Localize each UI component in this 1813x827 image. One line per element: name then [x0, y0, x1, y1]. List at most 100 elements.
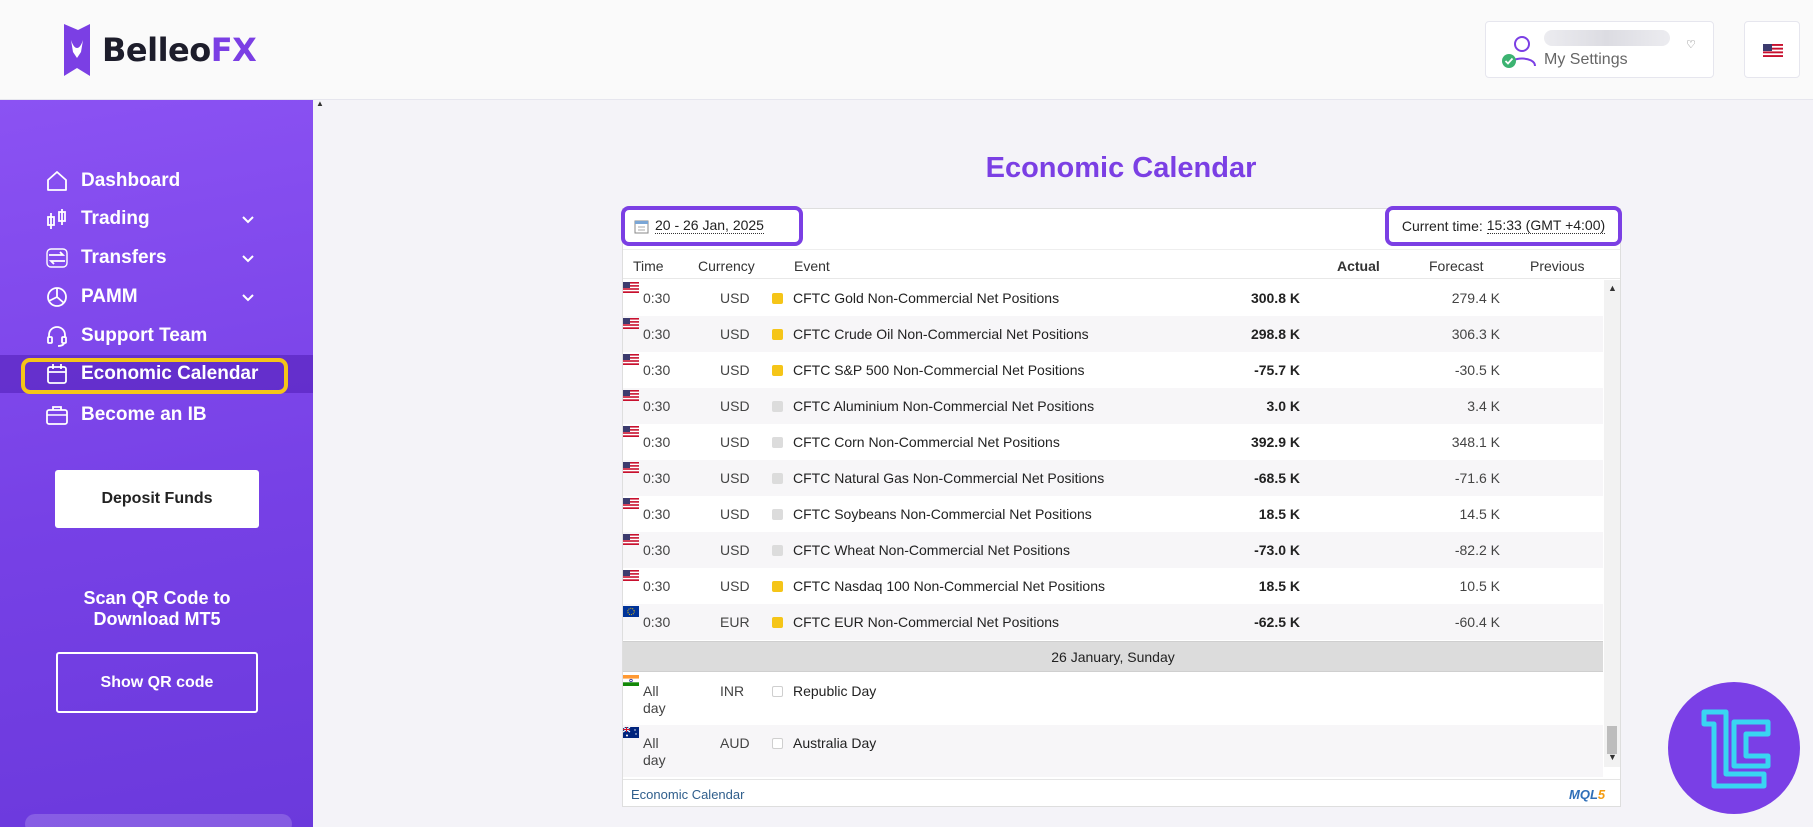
col-forecast[interactable]: Forecast: [1429, 258, 1483, 274]
importance-marker: [772, 401, 783, 412]
deposit-funds-button[interactable]: Deposit Funds: [55, 470, 259, 528]
candlestick-icon: [47, 209, 66, 229]
table-row[interactable]: 0:30 USD CFTC Soybeans Non-Commercial Net …: [623, 496, 1603, 532]
col-actual[interactable]: Actual: [1337, 258, 1380, 274]
chevron-down-icon: [242, 294, 254, 302]
table-row[interactable]: 0:30 USD CFTC Corn Non-Commercial Net Posi…: [623, 424, 1603, 460]
us-flag-icon: [623, 570, 639, 581]
scan-qr-text: Scan QR Code to Download MT5: [83, 588, 231, 629]
event-currency: EUR: [720, 614, 750, 630]
current-time[interactable]: Current time: 15:33 (GMT +4:00): [1385, 206, 1622, 246]
us-flag-icon: [623, 282, 639, 293]
logo[interactable]: BelleoFX: [62, 22, 257, 78]
sidebar-item-trading[interactable]: Trading: [0, 200, 313, 238]
scroll-up-icon[interactable]: ▲: [1608, 283, 1617, 293]
event-name: CFTC Crude Oil Non-Commercial Net Positi…: [793, 326, 1089, 342]
corner-logo-badge: [1668, 682, 1800, 814]
table-row[interactable]: All day AUD Australia Day: [622, 725, 1603, 777]
language-selector[interactable]: [1744, 21, 1800, 78]
table-row[interactable]: 0:30 USD CFTC Nasdaq 100 Non-Commercial Ne…: [623, 568, 1603, 604]
event-time: 0:30: [643, 542, 671, 558]
my-settings-dropdown[interactable]: My Settings ♡: [1485, 21, 1714, 78]
event-time: 0:30: [643, 362, 671, 378]
event-name: Republic Day: [793, 683, 877, 699]
event-name: Australia Day: [793, 735, 877, 751]
table-row[interactable]: 0:30 USD CFTC S&P 500 Non-Commercial Net P…: [623, 352, 1603, 388]
top-header: BelleoFX My Settings ♡: [0, 0, 1813, 100]
event-currency: USD: [720, 326, 750, 342]
mql5-logo[interactable]: MQL5: [1569, 787, 1605, 802]
sidebar-item-pamm[interactable]: PAMM: [0, 278, 313, 316]
table-row[interactable]: 0:30 USD CFTC Wheat Non-Commercial Net Pos…: [623, 532, 1603, 568]
sidebar-item-economic-calendar[interactable]: Economic Calendar: [0, 355, 313, 394]
col-previous[interactable]: Previous: [1530, 258, 1584, 274]
event-currency: USD: [720, 470, 750, 486]
sidebar-item-support-team[interactable]: Support Team: [0, 317, 313, 355]
us-flag-icon: [1763, 44, 1783, 57]
table-row[interactable]: 0:30 USD CFTC Natural Gas Non-Commercial N…: [623, 460, 1603, 496]
importance-marker: [772, 738, 783, 749]
event-time: 0:30: [643, 434, 671, 450]
table-row[interactable]: All day INR Republic Day: [623, 673, 1603, 725]
event-currency: USD: [720, 506, 750, 522]
col-event[interactable]: Event: [794, 258, 830, 274]
briefcase-icon: [46, 406, 68, 425]
logo-text: BelleoFX: [102, 31, 257, 69]
user-verified-icon: [1502, 36, 1536, 68]
importance-marker: [772, 545, 783, 556]
widget-toolbar: 20 - 26 Jan, 2025 Current time: 15:33 (G…: [621, 206, 1622, 249]
day-separator: 26 January, Sunday: [623, 641, 1603, 672]
date-range-text: 20 - 26 Jan, 2025: [655, 217, 764, 234]
table-row[interactable]: 0:30 USD CFTC Gold Non-Commercial Net Posi…: [623, 280, 1603, 316]
event-currency: USD: [720, 362, 750, 378]
scroll-down-icon[interactable]: ▼: [1608, 752, 1617, 762]
event-actual: 392.9 K: [1250, 434, 1300, 450]
event-previous: 348.1 K: [1451, 434, 1500, 450]
importance-marker: [772, 437, 783, 448]
tc-logo-icon: [1701, 709, 1771, 789]
sidebar-item-dashboard[interactable]: Dashboard: [0, 162, 313, 200]
page-title: Economic Calendar: [985, 152, 1257, 184]
col-currency[interactable]: Currency: [698, 258, 755, 274]
scrollbar-thumb[interactable]: [1607, 726, 1617, 754]
us-flag-icon: [623, 462, 639, 473]
sidebar-item-label: PAMM: [81, 286, 138, 307]
date-range-picker[interactable]: 20 - 26 Jan, 2025: [621, 206, 803, 246]
blurred-username: [1544, 30, 1670, 46]
sidebar-item-label: Economic Calendar: [81, 363, 259, 384]
event-currency: USD: [720, 290, 750, 306]
event-time: 0:30: [643, 614, 671, 630]
event-previous: 3.4 K: [1467, 398, 1500, 414]
table-row[interactable]: 0:30 USD CFTC Aluminium Non-Commercial Net…: [623, 388, 1603, 424]
show-qr-code-button[interactable]: Show QR code: [56, 652, 258, 713]
footer-calendar-link[interactable]: Economic Calendar: [631, 787, 744, 802]
event-actual: -68.5 K: [1254, 470, 1300, 486]
current-time-label: Current time:: [1401, 218, 1483, 234]
bull-logo-icon: [64, 24, 90, 76]
event-time: 0:30: [643, 290, 671, 306]
event-name: CFTC Natural Gas Non-Commercial Net Posi…: [793, 470, 1105, 486]
col-time[interactable]: Time: [633, 258, 664, 274]
sidebar-item-transfers[interactable]: Transfers: [0, 239, 313, 277]
event-currency: INR: [720, 683, 745, 699]
event-actual: -62.5 K: [1254, 614, 1300, 630]
table-row[interactable]: 0:30 USD CFTC Crude Oil Non-Commercial Net…: [623, 316, 1603, 352]
event-actual: 3.0 K: [1266, 398, 1300, 414]
scroll-up-icon[interactable]: ▲: [316, 99, 324, 108]
economic-calendar-widget: 20 - 26 Jan, 2025 Current time: 15:33 (G…: [621, 206, 1622, 807]
us-flag-icon: [623, 390, 639, 401]
table-scrollbar[interactable]: ▲ ▼: [1604, 280, 1620, 767]
in-flag-icon: [623, 675, 639, 686]
chevron-down-icon: ♡: [1686, 39, 1696, 51]
calendar-small-icon: [634, 220, 649, 233]
table-row[interactable]: 0:30 EUR CFTC EUR Non-Commercial Net Posit…: [623, 604, 1603, 640]
sidebar-item-become-an-ib[interactable]: Become an IB: [0, 396, 313, 434]
importance-marker: [772, 293, 783, 304]
us-flag-icon: [623, 354, 639, 365]
event-name: CFTC S&P 500 Non-Commercial Net Position…: [793, 362, 1085, 378]
event-time: 0:30: [643, 506, 671, 522]
sidebar-bottom-card[interactable]: [25, 814, 292, 827]
sidebar-item-label: Become an IB: [81, 404, 207, 425]
us-flag-icon: [623, 426, 639, 437]
event-currency: USD: [720, 398, 750, 414]
